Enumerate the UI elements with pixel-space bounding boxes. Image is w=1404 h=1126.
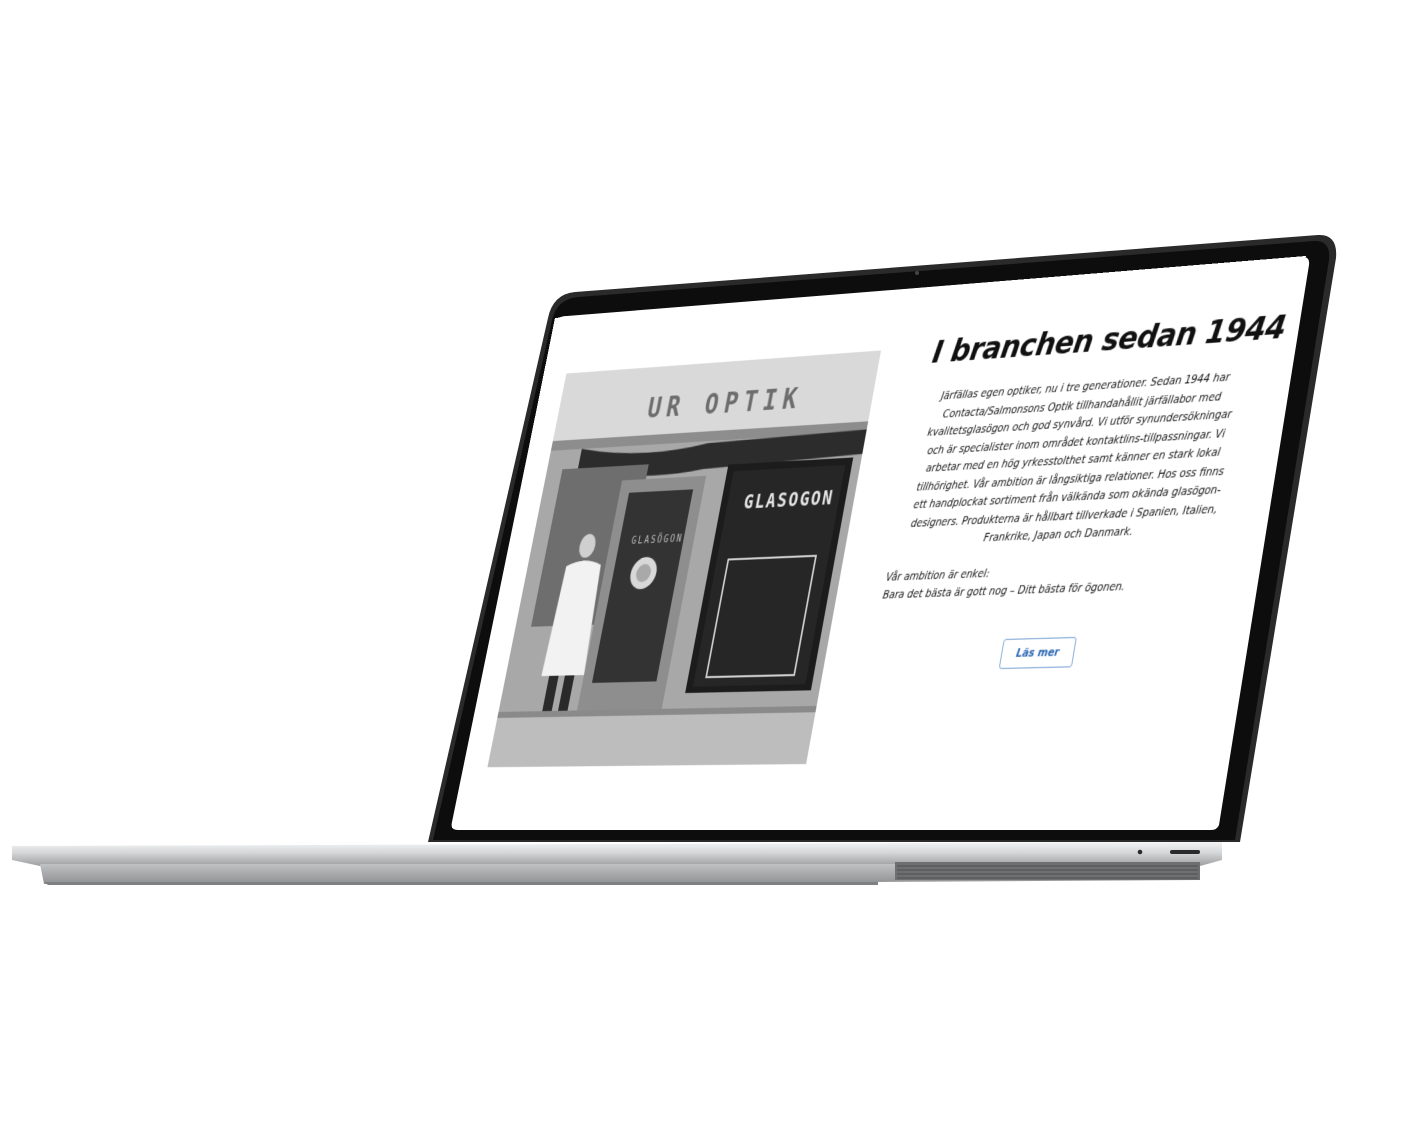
section-heading: I branchen sedan 1944 bbox=[929, 307, 1289, 371]
window-sign-text: GLASOGON bbox=[742, 486, 836, 514]
about-paragraph: Järfällas egen optiker, nu i tre generat… bbox=[909, 371, 1233, 545]
about-section: I branchen sedan 1944 Järfällas egen opt… bbox=[866, 307, 1289, 672]
laptop-mockup: UR OPTIK GLASÖGON GLASOGON I branchen se… bbox=[0, 0, 1404, 1126]
read-more-button[interactable]: Läs mer bbox=[998, 636, 1078, 669]
audio-port-icon bbox=[1137, 849, 1143, 855]
door-sign-text: GLASÖGON bbox=[630, 532, 684, 546]
camera-icon bbox=[915, 271, 919, 275]
website-screen: UR OPTIK GLASÖGON GLASOGON I branchen se… bbox=[451, 255, 1306, 828]
store-front-image: UR OPTIK GLASÖGON GLASOGON bbox=[487, 350, 882, 768]
speaker-grille bbox=[895, 862, 1200, 880]
usb-port-icon bbox=[1170, 850, 1200, 854]
historic-store-photo: UR OPTIK GLASÖGON GLASOGON bbox=[487, 350, 882, 768]
